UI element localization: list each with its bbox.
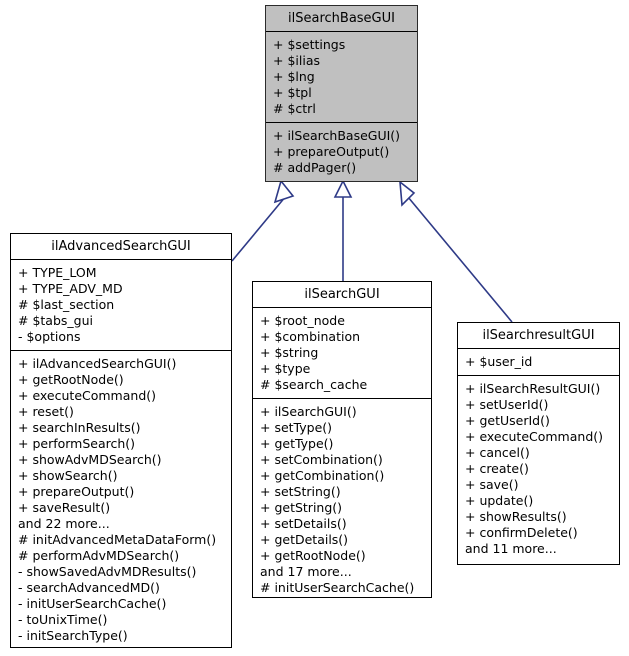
operation-row: + prepareOutput() [18,484,135,499]
attribute-row: # $last_section [18,297,115,312]
attribute-row: + $lng [273,69,315,84]
class-title: ilSearchresultGUI [482,328,595,343]
attribute-row: # $search_cache [260,377,368,392]
operation-row-more: and 22 more... [18,516,110,531]
class-box-iladvancedsearchgui[interactable]: ilAdvancedSearchGUI + TYPE_LOM + TYPE_AD… [10,233,232,648]
operation-row: + setUserId() [465,397,549,412]
operation-row: # initUserSearchCache() [260,580,415,595]
attribute-row: + TYPE_ADV_MD [18,281,123,296]
class-title: ilAdvancedSearchGUI [51,239,191,254]
operation-row: + update() [465,493,534,508]
operation-row: + ilSearchBaseGUI() [273,128,401,143]
attribute-row: + $combination [260,329,361,344]
operation-row: - toUnixTime() [18,612,108,627]
operation-row: - searchAdvancedMD() [18,580,160,595]
operations-compartment: + ilSearchBaseGUI() + prepareOutput() # … [266,123,417,181]
operation-row: + showAdvMDSearch() [18,452,162,467]
class-title: ilSearchBaseGUI [288,11,395,26]
operation-row: + setString() [260,484,341,499]
operation-row: - initUserSearchCache() [18,596,167,611]
operation-row: + getDetails() [260,532,349,547]
attribute-row: + $tpl [273,85,312,100]
operation-row-more: and 11 more... [465,541,557,556]
operation-row: + getType() [260,436,334,451]
class-box-ilsearchbasegui[interactable]: ilSearchBaseGUI + $settings + $ilias + $… [265,5,418,182]
attribute-row: # $tabs_gui [18,313,93,328]
operation-row: + searchInResults() [18,420,141,435]
operation-row: + saveResult() [18,500,111,515]
uml-class-diagram: ilSearchBaseGUI + $settings + $ilias + $… [0,0,629,656]
inheritance-edge-search [333,179,353,281]
attribute-row: + $ilias [273,53,320,68]
class-title: ilSearchGUI [304,287,380,302]
operation-row: + setCombination() [260,452,383,467]
operation-row: + executeCommand() [18,388,157,403]
operation-row: # performAdvMDSearch() [18,548,180,563]
operation-row: + executeCommand() [465,429,604,444]
operation-row: + setDetails() [260,516,347,531]
operation-row-more: and 17 more... [260,564,352,579]
operation-row: + create() [465,461,529,476]
attribute-row: + $type [260,361,311,376]
attributes-compartment: + $user_id [458,349,619,375]
attribute-row: + $user_id [465,354,533,369]
operations-compartment: + ilSearchResultGUI() + setUserId() + ge… [458,376,619,562]
operation-row: + getCombination() [260,468,385,483]
operation-row: + getUserId() [465,413,550,428]
attributes-compartment: + $root_node + $combination + $string + … [253,308,431,398]
attribute-row: - $options [18,329,81,344]
attribute-row: + $root_node [260,313,345,328]
operation-row: + prepareOutput() [273,144,390,159]
attribute-row: + $string [260,345,319,360]
operation-row: + ilAdvancedSearchGUI() [18,356,177,371]
operations-compartment: + ilSearchGUI() + setType() + getType() … [253,399,431,601]
operation-row: # addPager() [273,160,357,175]
operation-row: + cancel() [465,445,530,460]
attributes-compartment: + TYPE_LOM + TYPE_ADV_MD # $last_section… [11,260,231,350]
operation-row: + ilSearchGUI() [260,404,357,419]
operation-row: + showSearch() [18,468,118,483]
operation-row: + performSearch() [18,436,136,451]
attributes-compartment: + $settings + $ilias + $lng + $tpl # $ct… [266,32,417,122]
operation-row: + showResults() [465,509,567,524]
operation-row: - showSavedAdvMDResults() [18,564,197,579]
operation-row: - initSearchType() [18,628,128,643]
operation-row: + ilSearchResultGUI() [465,381,601,396]
class-box-ilsearchgui[interactable]: ilSearchGUI + $root_node + $combination … [252,281,432,598]
attribute-row: + TYPE_LOM [18,265,97,280]
operation-row: + setType() [260,420,333,435]
operation-row: + save() [465,477,519,492]
attribute-row: # $ctrl [273,101,316,116]
operations-compartment: + ilAdvancedSearchGUI() + getRootNode() … [11,351,231,649]
operation-row: + getString() [260,500,343,515]
operation-row: + confirmDelete() [465,525,578,540]
class-box-ilsearchresultgui[interactable]: ilSearchresultGUI + $user_id + ilSearchR… [457,322,620,565]
operation-row: # initAdvancedMetaDataForm() [18,532,217,547]
attribute-row: + $settings [273,37,346,52]
operation-row: + getRootNode() [260,548,366,563]
operation-row: + getRootNode() [18,372,124,387]
inheritance-edge-advanced [231,179,295,262]
operation-row: + reset() [18,404,74,419]
